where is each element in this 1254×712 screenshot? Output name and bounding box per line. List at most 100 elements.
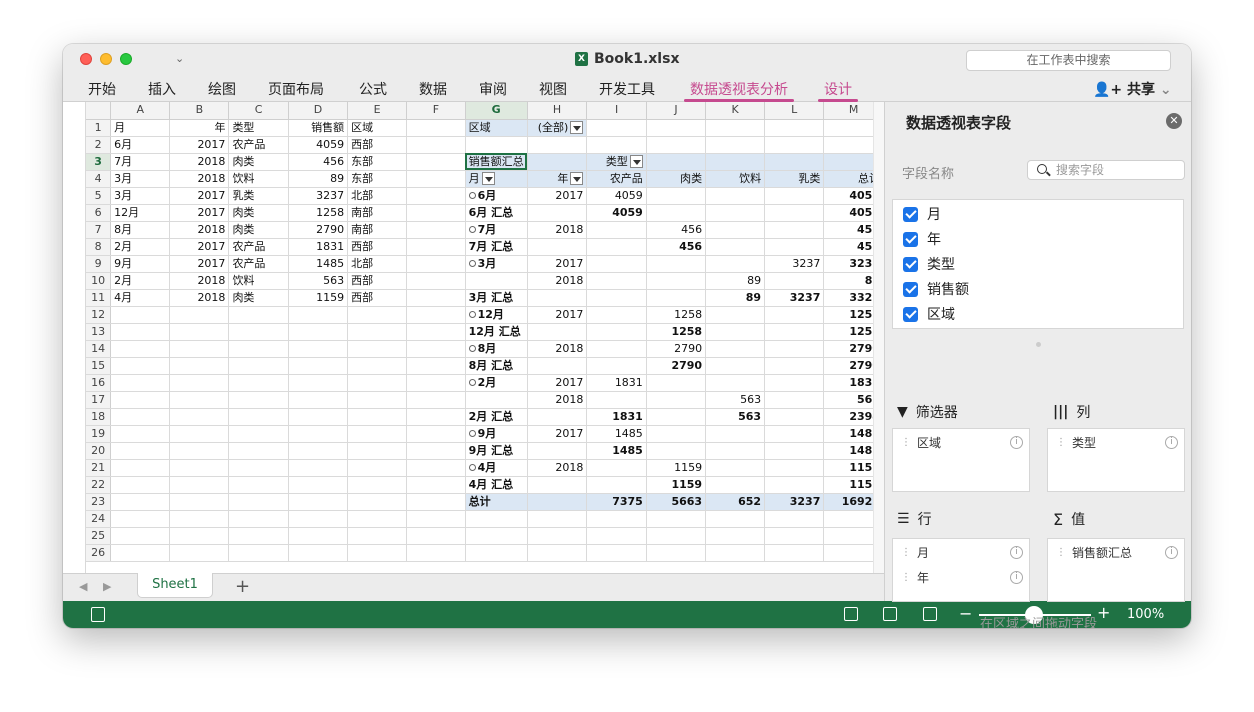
column-header-k[interactable]: K <box>705 102 766 120</box>
cell[interactable] <box>406 221 466 239</box>
cell[interactable]: 2017 <box>169 136 230 154</box>
cell[interactable] <box>110 442 171 460</box>
cell[interactable]: 类型 <box>586 153 647 171</box>
cell[interactable] <box>705 476 766 494</box>
row-header[interactable]: 22 <box>86 476 112 494</box>
cell[interactable] <box>347 510 408 528</box>
cell[interactable]: 2017 <box>169 238 230 256</box>
cell[interactable] <box>705 221 766 239</box>
cell[interactable] <box>347 391 408 409</box>
cell[interactable] <box>705 153 766 171</box>
tab-developer[interactable]: 开发工具 <box>599 79 655 102</box>
cell[interactable] <box>406 425 466 443</box>
cell[interactable]: 销售额汇总 <box>465 153 528 171</box>
cell[interactable] <box>228 442 289 460</box>
cell[interactable] <box>646 153 707 171</box>
cell[interactable]: 8月 <box>110 221 171 239</box>
cell[interactable]: 563 <box>705 391 766 409</box>
cell[interactable]: 年 <box>527 170 588 188</box>
row-header[interactable]: 25 <box>86 527 112 545</box>
cell[interactable] <box>646 442 707 460</box>
cell[interactable] <box>347 442 408 460</box>
cell[interactable] <box>586 289 647 307</box>
cell[interactable] <box>764 442 825 460</box>
cell[interactable]: 北部 <box>347 187 408 205</box>
cell[interactable]: 2018 <box>169 170 230 188</box>
cell[interactable]: 2月 <box>465 374 528 392</box>
cell[interactable] <box>764 340 825 358</box>
cell[interactable] <box>764 510 825 528</box>
info-icon[interactable]: i <box>1010 546 1023 559</box>
cell[interactable] <box>646 527 707 545</box>
cell[interactable] <box>527 357 588 375</box>
cell[interactable] <box>586 340 647 358</box>
cell[interactable] <box>764 119 825 137</box>
cell[interactable]: 5663 <box>646 493 707 511</box>
tab-design[interactable]: 设计 <box>818 79 858 102</box>
cell[interactable]: 肉类 <box>228 289 289 307</box>
cell[interactable]: 456 <box>646 221 707 239</box>
filter-dropdown-icon[interactable] <box>629 155 643 168</box>
prev-sheet-arrow-icon[interactable]: ◀ <box>79 580 87 593</box>
sheet-tab-sheet1[interactable]: Sheet1 <box>137 573 213 598</box>
cell[interactable] <box>288 306 349 324</box>
cell[interactable] <box>406 170 466 188</box>
collapse-icon[interactable] <box>468 226 476 233</box>
cell[interactable] <box>347 306 408 324</box>
cell[interactable] <box>228 425 289 443</box>
cell[interactable]: 9月 <box>110 255 171 273</box>
checkbox-checked-icon[interactable] <box>903 281 918 297</box>
cell[interactable] <box>228 493 289 511</box>
cell[interactable]: 2018 <box>527 272 588 290</box>
cell[interactable] <box>110 476 171 494</box>
values-item[interactable]: ⋮ 销售额汇总 i <box>1056 544 1178 561</box>
cell[interactable]: 12月 <box>465 306 528 324</box>
row-header[interactable]: 1 <box>86 119 112 137</box>
cell[interactable] <box>646 544 707 562</box>
cell[interactable]: 2018 <box>527 340 588 358</box>
field-item-region[interactable]: 区域 <box>903 304 955 324</box>
cell[interactable] <box>228 306 289 324</box>
cell[interactable] <box>586 272 647 290</box>
cell[interactable]: 3237 <box>764 493 825 511</box>
cell[interactable]: 西部 <box>347 272 408 290</box>
row-header[interactable]: 8 <box>86 238 112 256</box>
rows-item[interactable]: ⋮ 月 i <box>901 544 1023 561</box>
cell[interactable] <box>586 136 647 154</box>
cell[interactable] <box>646 391 707 409</box>
cell[interactable]: 肉类 <box>228 221 289 239</box>
collapse-icon[interactable] <box>468 311 476 318</box>
checkbox-checked-icon[interactable] <box>903 231 918 247</box>
column-header-g[interactable]: G <box>465 102 528 120</box>
values-drop-area[interactable]: ⋮ 销售额汇总 i <box>1047 538 1185 602</box>
cell[interactable] <box>169 357 230 375</box>
cell[interactable]: 2018 <box>169 221 230 239</box>
cell[interactable] <box>110 374 171 392</box>
cell[interactable] <box>406 340 466 358</box>
cell[interactable] <box>527 493 588 511</box>
close-window-button[interactable] <box>80 53 92 65</box>
column-header-i[interactable]: I <box>586 102 647 120</box>
info-icon[interactable]: i <box>1010 436 1023 449</box>
cell[interactable]: 7月 汇总 <box>465 238 528 256</box>
cell[interactable] <box>110 510 171 528</box>
cell[interactable] <box>169 425 230 443</box>
row-header[interactable]: 11 <box>86 289 112 307</box>
tab-insert[interactable]: 插入 <box>148 79 176 102</box>
cell[interactable] <box>527 136 588 154</box>
cell[interactable]: 南部 <box>347 204 408 222</box>
cell[interactable] <box>705 442 766 460</box>
column-header-l[interactable]: L <box>764 102 825 120</box>
cell[interactable] <box>586 357 647 375</box>
cell[interactable] <box>527 544 588 562</box>
cell[interactable]: 年 <box>169 119 230 137</box>
cell[interactable]: 东部 <box>347 170 408 188</box>
column-header-f[interactable]: F <box>406 102 466 120</box>
cell[interactable]: 4059 <box>288 136 349 154</box>
cell[interactable] <box>764 374 825 392</box>
cell[interactable] <box>764 153 825 171</box>
cell[interactable] <box>169 476 230 494</box>
cell[interactable]: 销售额 <box>288 119 349 137</box>
row-header[interactable]: 19 <box>86 425 112 443</box>
cell[interactable] <box>228 544 289 562</box>
